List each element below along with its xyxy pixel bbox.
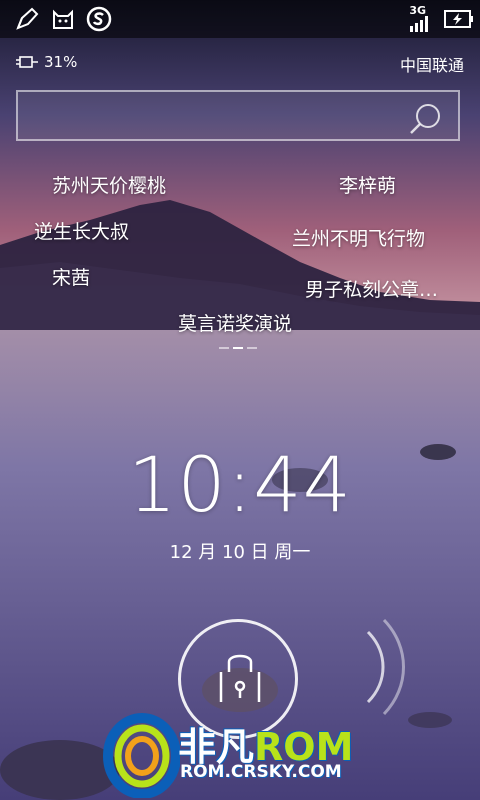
battery-status: 31%	[16, 53, 77, 71]
brush-icon	[14, 6, 40, 32]
unlock-swipe-arcs-icon	[360, 612, 420, 726]
trending-keyword[interactable]: 兰州不明飞行物	[292, 224, 425, 251]
page-dot-active	[233, 347, 243, 349]
clock-date: 12 月 10 日 周一	[169, 542, 311, 563]
cat-icon	[50, 6, 76, 32]
crsky-logo-icon	[103, 713, 180, 798]
trending-keyword[interactable]: 宋茜	[52, 263, 90, 290]
clock-time: 10:44	[127, 440, 353, 529]
carrier-name: 中国联通	[399, 56, 464, 75]
trending-keyword[interactable]: 李梓萌	[339, 171, 396, 198]
status-bar: 3G	[0, 0, 480, 38]
trending-keyword[interactable]: 苏州天价樱桃	[52, 171, 166, 198]
lock-icon	[215, 650, 265, 712]
trending-keyword[interactable]: 莫言诺奖演说	[178, 309, 292, 336]
page-indicator	[219, 347, 257, 349]
charging-plug-icon	[16, 56, 38, 68]
signal-icon	[410, 16, 430, 32]
watermark-url: ROM.CRSKY.COM	[180, 762, 342, 782]
page-dot	[219, 347, 229, 349]
trending-keyword[interactable]: 男子私刻公章…	[305, 275, 438, 302]
trending-keyword[interactable]: 逆生长大叔	[34, 217, 129, 244]
battery-percent: 31%	[44, 53, 78, 71]
page-dot	[247, 347, 257, 349]
battery-charging-icon	[444, 9, 474, 29]
s-logo-icon	[86, 6, 112, 32]
search-input[interactable]	[16, 90, 460, 141]
search-icon[interactable]	[408, 101, 444, 141]
